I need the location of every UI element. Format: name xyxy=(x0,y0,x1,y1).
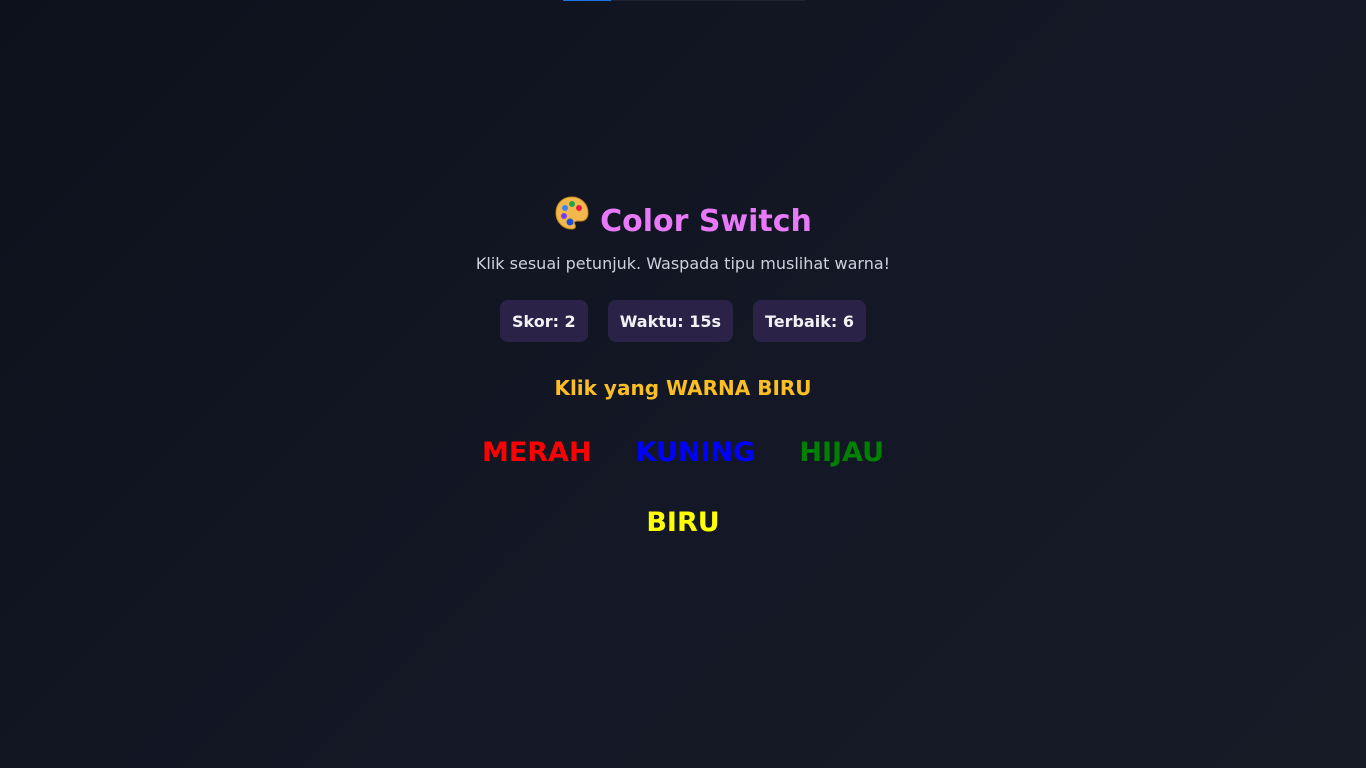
title-text: Color Switch xyxy=(600,204,812,239)
page-title: Color Switch xyxy=(0,196,1366,244)
subtitle: Klik sesuai petunjuk. Waspada tipu musli… xyxy=(475,254,891,273)
stats-bar: Skor: 2 Waktu: 15s Terbaik: 6 xyxy=(0,300,1366,342)
timer-badge: Waktu: 15s xyxy=(607,300,733,342)
best-score-badge: Terbaik: 6 xyxy=(753,300,867,342)
game-container: Color Switch Klik sesuai petunjuk. Waspa… xyxy=(0,0,1366,768)
instruction-text: Klik yang WARNA BIRU xyxy=(554,376,812,400)
palette-icon xyxy=(554,195,590,244)
color-options-row: BIRU xyxy=(0,504,1366,542)
option-button[interactable]: MERAH xyxy=(482,434,592,472)
score-badge: Skor: 2 xyxy=(499,300,588,342)
color-options-row: MERAH KUNING HIJAU xyxy=(0,434,1366,472)
option-button[interactable]: HIJAU xyxy=(799,434,884,472)
option-button[interactable]: KUNING xyxy=(636,434,756,472)
option-button[interactable]: BIRU xyxy=(646,504,719,542)
